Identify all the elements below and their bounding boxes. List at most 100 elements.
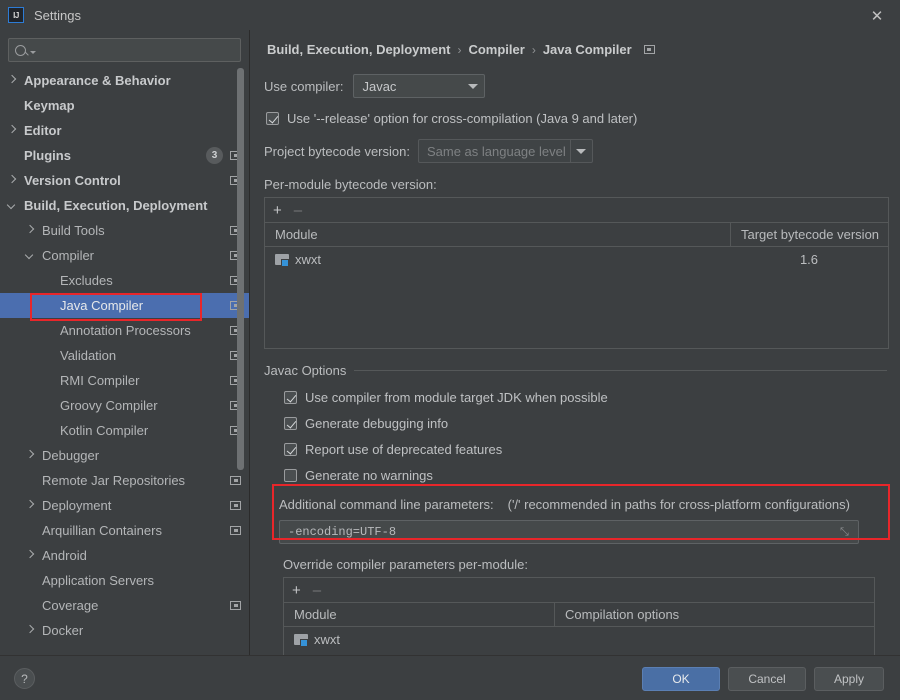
breadcrumb-separator: ›: [531, 42, 536, 57]
sidebar-item-remote-jar-repositories[interactable]: Remote Jar Repositories: [0, 468, 249, 493]
javac-option-checkbox[interactable]: [284, 443, 297, 456]
sidebar-item-compiler[interactable]: Compiler: [0, 243, 249, 268]
release-option-checkbox[interactable]: [266, 112, 279, 125]
project-bytecode-select[interactable]: Same as language level: [417, 139, 593, 163]
column-header-compilation-options[interactable]: Compilation options: [554, 603, 874, 626]
sidebar-item-label: Editor: [24, 123, 62, 138]
javac-option-row[interactable]: Generate debugging info: [284, 416, 900, 431]
chevron-down-icon[interactable]: [26, 251, 35, 260]
search-wrapper: [0, 30, 249, 66]
sidebar-item-coverage[interactable]: Coverage: [0, 593, 249, 618]
chevron-right-icon[interactable]: [26, 551, 35, 560]
sidebar-item-badge: 3: [206, 147, 223, 164]
sidebar-item-version-control[interactable]: Version Control: [0, 168, 249, 193]
add-module-button[interactable]: +: [273, 203, 282, 218]
sidebar-item-groovy-compiler[interactable]: Groovy Compiler: [0, 393, 249, 418]
javac-option-checkbox[interactable]: [284, 469, 297, 482]
column-header-module[interactable]: Module: [284, 603, 554, 626]
table-row[interactable]: xwxt 1.6: [265, 247, 888, 271]
close-icon[interactable]: ✕: [864, 6, 890, 26]
help-button[interactable]: ?: [14, 668, 35, 689]
remove-override-button[interactable]: –: [313, 583, 321, 598]
javac-option-row[interactable]: Use compiler from module target JDK when…: [284, 390, 900, 405]
javac-option-row[interactable]: Generate no warnings: [284, 468, 900, 483]
breadcrumb-item[interactable]: Compiler: [468, 42, 524, 57]
sidebar-item-validation[interactable]: Validation: [0, 343, 249, 368]
bytecode-table: + – Module Target bytecode version xwxt …: [264, 197, 889, 349]
additional-params-input[interactable]: [288, 525, 836, 539]
target-bytecode-cell[interactable]: 1.6: [730, 247, 888, 271]
remove-module-button[interactable]: –: [294, 203, 302, 218]
add-override-button[interactable]: +: [292, 583, 301, 598]
sidebar-item-build-tools[interactable]: Build Tools: [0, 218, 249, 243]
sidebar-item-annotation-processors[interactable]: Annotation Processors: [0, 318, 249, 343]
sidebar-item-docker[interactable]: Docker: [0, 618, 249, 643]
use-compiler-value: Javac: [362, 78, 397, 94]
javac-option-checkbox[interactable]: [284, 391, 297, 404]
sidebar-item-java-compiler[interactable]: Java Compiler: [0, 293, 249, 318]
chevron-right-icon[interactable]: [26, 451, 35, 460]
project-bytecode-label: Project bytecode version:: [264, 143, 410, 159]
sidebar-item-rmi-compiler[interactable]: RMI Compiler: [0, 368, 249, 393]
dialog-footer: ? OK Cancel Apply CSDN @凉白开°: [0, 655, 900, 700]
chevron-right-icon[interactable]: [8, 176, 17, 185]
additional-params-field[interactable]: ⤡: [279, 520, 859, 544]
cancel-button[interactable]: Cancel: [728, 667, 806, 691]
sidebar-scrollbar-thumb[interactable]: [237, 68, 244, 470]
sidebar-item-arquillian-containers[interactable]: Arquillian Containers: [0, 518, 249, 543]
chevron-right-icon[interactable]: [26, 626, 35, 635]
breadcrumb-item[interactable]: Java Compiler: [543, 42, 632, 57]
sidebar-item-plugins[interactable]: Plugins 3: [0, 143, 249, 168]
breadcrumb-item[interactable]: Build, Execution, Deployment: [267, 42, 450, 57]
per-module-bytecode-label: Per-module bytecode version:: [264, 177, 437, 192]
sidebar-item-label: Plugins: [24, 148, 71, 163]
search-input[interactable]: [40, 43, 240, 57]
sidebar-item-deployment[interactable]: Deployment: [0, 493, 249, 518]
sidebar-item-excludes[interactable]: Excludes: [0, 268, 249, 293]
ok-button[interactable]: OK: [642, 667, 720, 691]
release-option-row[interactable]: Use '--release' option for cross-compila…: [266, 111, 900, 126]
sidebar-item-label: Java Compiler: [60, 298, 144, 313]
module-folder-icon: [275, 253, 289, 267]
sidebar-item-keymap[interactable]: Keymap: [0, 93, 249, 118]
apply-button[interactable]: Apply: [814, 667, 884, 691]
sidebar-item-build-execution-deployment[interactable]: Build, Execution, Deployment: [0, 193, 249, 218]
sidebar-item-debugger[interactable]: Debugger: [0, 443, 249, 468]
use-compiler-select[interactable]: Javac: [353, 74, 486, 98]
chevron-right-icon[interactable]: [26, 501, 35, 510]
sidebar-item-label: Kotlin Compiler: [60, 423, 149, 438]
javac-option-checkbox[interactable]: [284, 417, 297, 430]
column-header-target-bytecode[interactable]: Target bytecode version: [730, 223, 888, 246]
expand-icon[interactable]: ⤡: [840, 526, 852, 538]
override-params-label: Override compiler parameters per-module:: [283, 557, 528, 572]
sidebar-item-label: Excludes: [60, 273, 113, 288]
chevron-right-icon[interactable]: [8, 76, 17, 85]
intellij-logo-icon: IJ: [8, 7, 24, 23]
chevron-down-icon: [569, 140, 592, 162]
additional-params-row: Additional command line parameters: ('/'…: [279, 497, 900, 512]
chevron-down-icon: [462, 83, 484, 89]
sidebar-item-appearance-behavior[interactable]: Appearance & Behavior: [0, 68, 249, 93]
chevron-right-icon[interactable]: [8, 126, 17, 135]
javac-option-row[interactable]: Report use of deprecated features: [284, 442, 900, 457]
chevron-down-icon[interactable]: [8, 201, 17, 210]
sidebar-item-kotlin-compiler[interactable]: Kotlin Compiler: [0, 418, 249, 443]
sidebar-item-android[interactable]: Android: [0, 543, 249, 568]
sidebar-item-application-servers[interactable]: Application Servers: [0, 568, 249, 593]
compilation-options-cell[interactable]: [554, 627, 874, 651]
sidebar-scrollbar-track[interactable]: [237, 30, 247, 655]
sidebar-item-label: Remote Jar Repositories: [42, 473, 186, 488]
sidebar-item-editor[interactable]: Editor: [0, 118, 249, 143]
table-row[interactable]: xwxt: [284, 627, 874, 651]
search-box[interactable]: [8, 38, 241, 62]
additional-params-hint: ('/' recommended in paths for cross-plat…: [507, 497, 850, 512]
bytecode-table-header: Module Target bytecode version: [265, 223, 888, 247]
column-header-module[interactable]: Module: [265, 223, 730, 246]
chevron-right-icon[interactable]: [26, 226, 35, 235]
